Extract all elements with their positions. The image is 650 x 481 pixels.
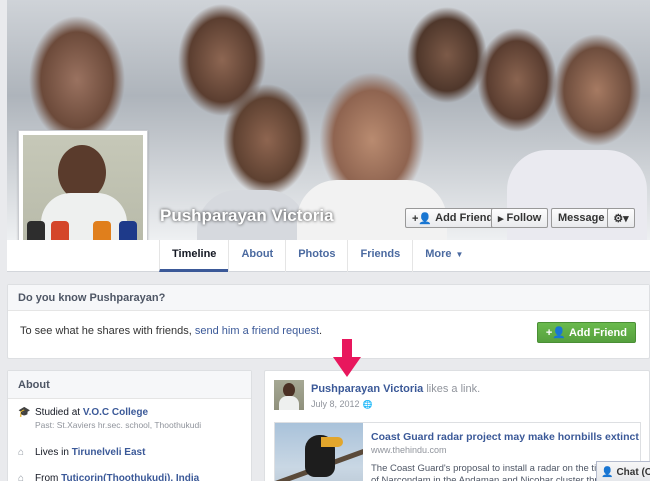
add-friend-button[interactable]: +👤 Add Friend (405, 208, 501, 228)
chat-tab[interactable]: 👤 Chat (Of (596, 461, 650, 481)
location-pin-icon: ⌂ (18, 473, 25, 481)
tab-timeline[interactable]: Timeline (159, 240, 229, 272)
tab-photos[interactable]: Photos (285, 240, 347, 272)
about-heading: About (8, 371, 251, 399)
friend-request-prompt: Do you know Pushparayan? To see what he … (7, 284, 650, 359)
send-friend-request-link[interactable]: send him a friend request (195, 325, 319, 337)
add-friend-icon: +👤 (545, 327, 566, 339)
tab-about[interactable]: About (228, 240, 285, 272)
tab-more[interactable]: More ▼ (412, 240, 475, 272)
post-author-link[interactable]: Pushparayan Victoria (311, 383, 423, 395)
prompt-heading: Do you know Pushparayan? (8, 285, 649, 311)
timeline-post: Pushparayan Victoria likes a link. July … (264, 370, 650, 481)
profile-nav-bar: Timeline About Photos Friends More ▼ (7, 240, 650, 272)
follow-icon: ▸ (498, 212, 504, 225)
person-icon: 👤 (601, 467, 614, 478)
about-education: 🎓 Studied at V.O.C College Past: St.Xavi… (18, 407, 202, 430)
add-friend-green-button[interactable]: +👤 Add Friend (536, 322, 636, 343)
tab-friends[interactable]: Friends (347, 240, 412, 272)
shared-link-card[interactable]: Coast Guard radar project may make hornb… (274, 422, 641, 481)
add-friend-icon: +👤 (412, 212, 433, 225)
about-panel: About 🎓 Studied at V.O.C College Past: S… (7, 370, 252, 481)
about-from: ⌂ From Tuticorin(Thoothukudi), India (18, 473, 199, 481)
link-thumbnail[interactable] (275, 423, 363, 481)
college-link[interactable]: V.O.C College (83, 407, 148, 418)
post-timestamp[interactable]: July 8, 2012 🌐 (311, 399, 373, 409)
avatar[interactable] (274, 380, 304, 410)
gear-icon: ⚙▾ (613, 212, 629, 225)
lives-in-link[interactable]: Tirunelveli East (72, 447, 146, 458)
link-url: www.thehindu.com (371, 445, 447, 455)
globe-icon: 🌐 (362, 400, 373, 409)
profile-picture[interactable] (18, 130, 148, 258)
post-header: Pushparayan Victoria likes a link. (311, 383, 481, 395)
settings-dropdown-button[interactable]: ⚙▾ (607, 208, 635, 228)
link-title[interactable]: Coast Guard radar project may make hornb… (371, 431, 639, 443)
house-icon: ⌂ (18, 447, 25, 458)
prompt-message: To see what he shares with friends, send… (20, 325, 323, 337)
chevron-down-icon: ▼ (455, 250, 464, 259)
profile-name[interactable]: Pushparayan Victoria (160, 206, 334, 226)
follow-button[interactable]: ▸ Follow (491, 208, 549, 228)
about-lives-in: ⌂ Lives in Tirunelveli East (18, 447, 146, 458)
arrow-down-icon (333, 339, 361, 377)
hometown-link[interactable]: Tuticorin(Thoothukudi), India (61, 473, 199, 481)
message-button[interactable]: Message (551, 208, 612, 228)
graduation-cap-icon: 🎓 (18, 407, 31, 418)
